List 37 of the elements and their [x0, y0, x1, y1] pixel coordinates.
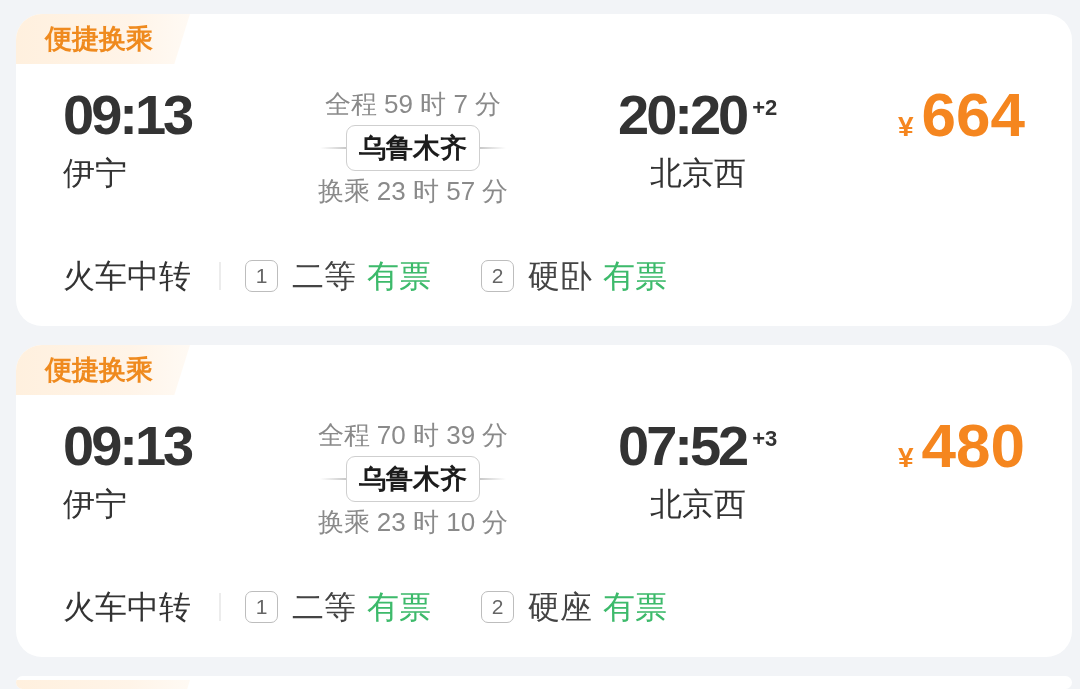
- day-offset: +2: [752, 95, 778, 121]
- route-tag: 便捷换乘: [16, 14, 190, 64]
- transfer-wait: 换乘 23 时 57 分: [317, 175, 509, 208]
- day-offset: +3: [752, 426, 778, 452]
- arrival-time: 07:52: [618, 416, 747, 476]
- leg-number: 2: [481, 260, 514, 292]
- arrival-time: 20:20: [618, 85, 747, 145]
- arrival-station: 北京西: [649, 154, 746, 193]
- departure-time: 09:13: [63, 416, 192, 476]
- total-duration: 全程 59 时 7 分: [324, 88, 502, 121]
- transfer-station-label: 乌鲁木齐: [346, 125, 480, 171]
- leg-number: 1: [245, 591, 278, 623]
- route-tag: 便捷换乘: [16, 345, 190, 395]
- ticket-availability: 有票: [603, 257, 667, 296]
- seat-class: 二等: [292, 257, 356, 296]
- route-card[interactable]: [16, 676, 1072, 689]
- leg-number: 2: [481, 591, 514, 623]
- currency-symbol: ¥: [897, 442, 914, 474]
- departure-time: 09:13: [63, 85, 192, 145]
- total-duration: 全程 70 时 39 分: [317, 419, 509, 452]
- ticket-availability: 有票: [603, 588, 667, 627]
- ticket-availability: 有票: [367, 257, 431, 296]
- transfer-station-label: 乌鲁木齐: [346, 456, 480, 502]
- seat-class: 二等: [292, 588, 356, 627]
- seat-class: 硬座: [528, 588, 592, 627]
- departure-station: 伊宁: [63, 485, 127, 524]
- transfer-wait: 换乘 23 时 10 分: [317, 506, 509, 539]
- seat-class: 硬卧: [528, 257, 592, 296]
- arrival-station: 北京西: [649, 485, 746, 524]
- currency-symbol: ¥: [897, 111, 914, 143]
- leg-number: 1: [245, 260, 278, 292]
- transport-mode: 火车中转: [63, 257, 191, 296]
- transport-mode: 火车中转: [63, 588, 191, 627]
- price-amount: 664: [921, 83, 1025, 147]
- departure-station: 伊宁: [63, 154, 127, 193]
- price-amount: 480: [921, 414, 1025, 478]
- ticket-availability: 有票: [367, 588, 431, 627]
